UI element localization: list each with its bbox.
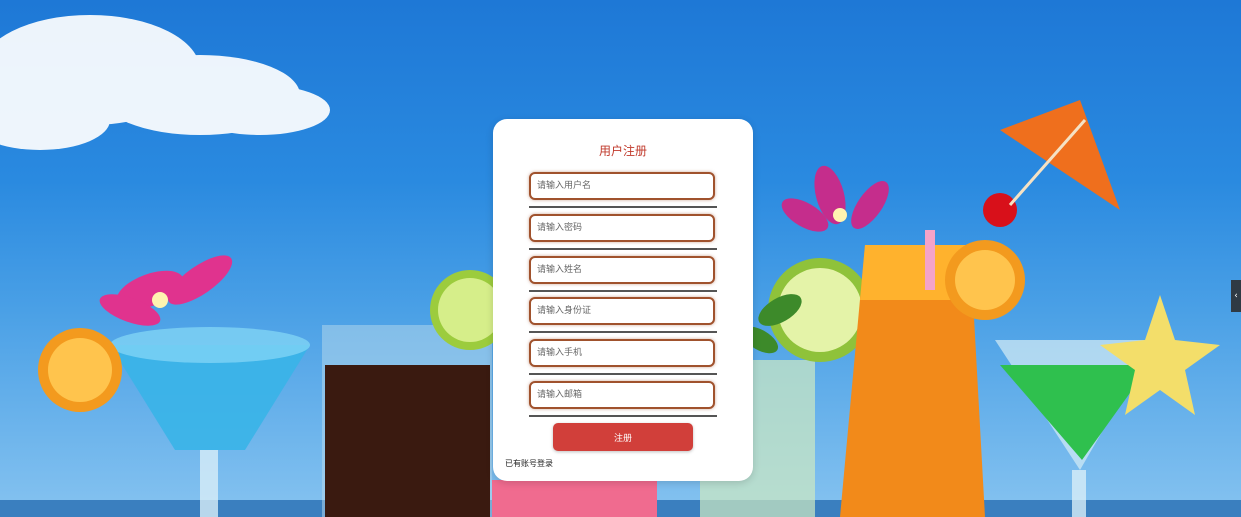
pink-cocktail <box>492 480 657 517</box>
green-cocktail <box>995 295 1220 517</box>
divider <box>529 248 717 250</box>
blue-cocktail <box>38 255 310 517</box>
divider <box>529 415 717 417</box>
chevron-left-icon[interactable]: ‹ <box>1231 280 1241 312</box>
divider <box>529 290 717 292</box>
page-title: 用户注册 <box>598 144 647 158</box>
cola-cocktail <box>322 270 510 517</box>
login-link[interactable]: 已有账号登录 <box>505 458 553 469</box>
phone-input[interactable] <box>529 339 715 367</box>
register-button[interactable]: 注册 <box>553 423 693 451</box>
divider <box>529 373 717 375</box>
username-input[interactable] <box>529 172 715 200</box>
password-input[interactable] <box>529 214 715 242</box>
cloud <box>0 15 330 150</box>
email-input[interactable] <box>529 381 715 409</box>
name-input[interactable] <box>529 256 715 284</box>
id-card-input[interactable] <box>529 297 715 325</box>
divider <box>529 331 717 333</box>
divider <box>529 206 717 208</box>
register-card: 用户注册 注册 已有账号登录 <box>493 119 753 481</box>
